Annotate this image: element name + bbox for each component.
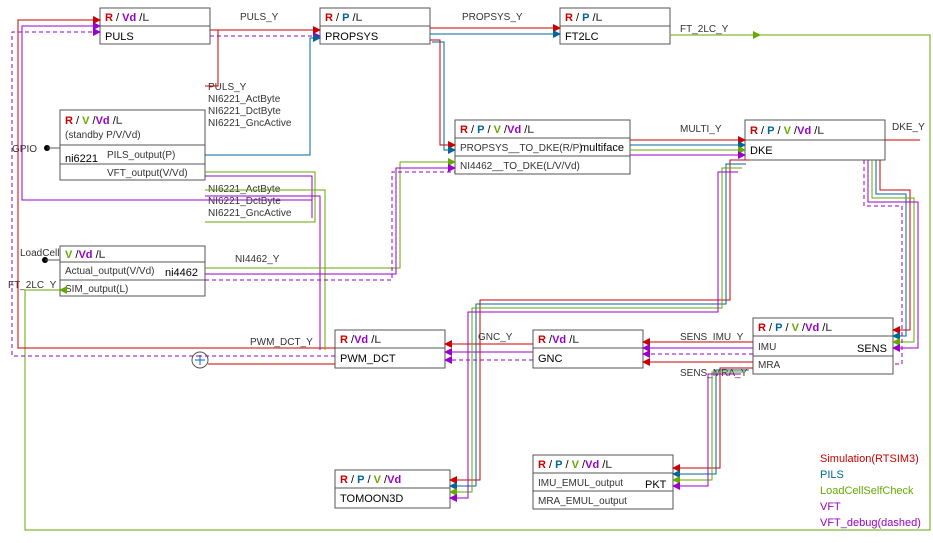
propsys-title: PROPSYS	[325, 31, 378, 43]
block-ft2lc: R / P /L FT2LC	[560, 8, 670, 44]
legend-pils: PILS	[820, 469, 844, 481]
edge-puls-y: PULS_Y	[240, 12, 279, 23]
svg-text:R /Vd /L: R /Vd /L	[340, 334, 381, 346]
legend-loadcell: LoadCellSelfCheck	[820, 485, 914, 497]
legend: Simulation(RTSIM3) PILS LoadCellSelfChec…	[820, 453, 921, 529]
legend-vftd: VFT_debug(dashed)	[820, 517, 921, 529]
ni4462-title: ni4462	[165, 267, 198, 279]
block-tomoon3d: R / P / V /Vd TOMOON3D	[335, 470, 450, 508]
block-ni6221: R / V /Vd /L (standby P/V/Vd) PILS_outpu…	[60, 110, 205, 180]
svg-text:R / V /Vd /L: R / V /Vd /L	[65, 115, 123, 127]
svg-text:PROPSYS__TO_DKE(R/P): PROPSYS__TO_DKE(R/P)	[460, 143, 583, 154]
pkt-title: PKT	[645, 479, 667, 491]
sum-junction	[192, 352, 208, 368]
ni6221-in-0: PULS_Y	[208, 82, 247, 93]
dke-title: DKE	[750, 145, 773, 157]
block-multiface: R / P / V /Vd /L PROPSYS__TO_DKE(R/P) NI…	[455, 120, 630, 174]
multiface-title: multiface	[580, 142, 624, 154]
svg-text:PILS_output(P): PILS_output(P)	[107, 150, 175, 161]
block-diagram: R / Vd /L PULS R / P /L PROPSYS R / P /L…	[0, 0, 933, 543]
edge-propsys-y: PROPSYS_Y	[462, 12, 523, 23]
svg-text:R / P / V /Vd /L: R / P / V /Vd /L	[750, 125, 824, 137]
block-puls: R / Vd /L PULS	[100, 8, 210, 44]
edge-gnc-y: GNC_Y	[478, 332, 513, 343]
edge-sens-imu: SENS_IMU_Y	[680, 332, 744, 343]
legend-vft: VFT	[820, 501, 841, 513]
svg-text:R / P /L: R / P /L	[325, 12, 363, 24]
ni6221-title: ni6221	[65, 153, 98, 165]
edge-ni4462-y: NI4462_Y	[235, 254, 280, 265]
ni6221-in-2: NI6221_DctByte	[208, 106, 281, 117]
svg-text:R / P / V /Vd /L: R / P / V /Vd /L	[758, 322, 832, 334]
svg-text:Actual_output(V/Vd): Actual_output(V/Vd)	[65, 266, 155, 277]
edge-pwmdct-y: PWM_DCT_Y	[250, 337, 313, 348]
pwmdct-title: PWM_DCT	[340, 353, 396, 365]
svg-text:R /Vd /L: R /Vd /L	[538, 334, 579, 346]
block-dke: R / P / V /Vd /L DKE	[745, 120, 885, 160]
puls-title: PULS	[105, 31, 134, 43]
gpio-label: GPIO	[12, 144, 37, 155]
ni6221-in-3: NI6221_GncActive	[208, 118, 292, 129]
svg-text:R / P /L: R / P /L	[565, 12, 603, 24]
ft2lc-in-label: FT_2LC_Y	[8, 280, 57, 291]
svg-text:MRA: MRA	[758, 360, 781, 371]
svg-text:R / Vd /L: R / Vd /L	[105, 12, 149, 24]
edge-ft2lc-y: FT_2LC_Y	[680, 24, 729, 35]
edge-multi-y: MULTI_Y	[680, 124, 722, 135]
ni6221-out-2: NI6221_GncActive	[208, 208, 292, 219]
ni6221-out-1: NI6221_DctByte	[208, 196, 281, 207]
block-gnc: R /Vd /L GNC	[533, 330, 643, 368]
svg-text:IMU: IMU	[758, 342, 776, 353]
block-ni4462: V /Vd /L Actual_output(V/Vd) SIM_output(…	[60, 246, 205, 296]
tomoon3d-title: TOMOON3D	[340, 493, 403, 505]
svg-text:R / P / V /Vd: R / P / V /Vd	[340, 474, 401, 486]
svg-text:VFT_output(V/Vd): VFT_output(V/Vd)	[107, 168, 188, 179]
block-sens: R / P / V /Vd /L IMU MRA SENS	[753, 318, 893, 374]
svg-text:MRA_EMUL_output: MRA_EMUL_output	[538, 496, 627, 507]
block-propsys: R / P /L PROPSYS	[320, 8, 430, 44]
block-pwmdct: R /Vd /L PWM_DCT	[335, 330, 445, 368]
edge-dke-y: DKE_Y	[892, 122, 925, 133]
svg-text:IMU_EMUL_output: IMU_EMUL_output	[538, 478, 623, 489]
legend-sim: Simulation(RTSIM3)	[820, 453, 919, 465]
block-pkt: R / P / V /Vd /L IMU_EMUL_output MRA_EMU…	[533, 455, 673, 509]
svg-text:SIM_output(L): SIM_output(L)	[65, 284, 128, 295]
svg-text:(standby P/V/Vd): (standby P/V/Vd)	[65, 130, 141, 141]
gnc-title: GNC	[538, 353, 563, 365]
svg-text:R / P / V /Vd /L: R / P / V /Vd /L	[460, 124, 534, 136]
svg-text:V /Vd /L: V /Vd /L	[65, 249, 106, 261]
svg-text:NI4462__TO_DKE(L/V/Vd): NI4462__TO_DKE(L/V/Vd)	[460, 161, 580, 172]
ft2lc-title: FT2LC	[565, 31, 599, 43]
sens-title: SENS	[857, 343, 887, 355]
svg-text:R / P / V /Vd /L: R / P / V /Vd /L	[538, 459, 612, 471]
loadcell-label: LoadCell	[20, 248, 59, 259]
ni6221-in-1: NI6221_ActByte	[208, 94, 281, 105]
